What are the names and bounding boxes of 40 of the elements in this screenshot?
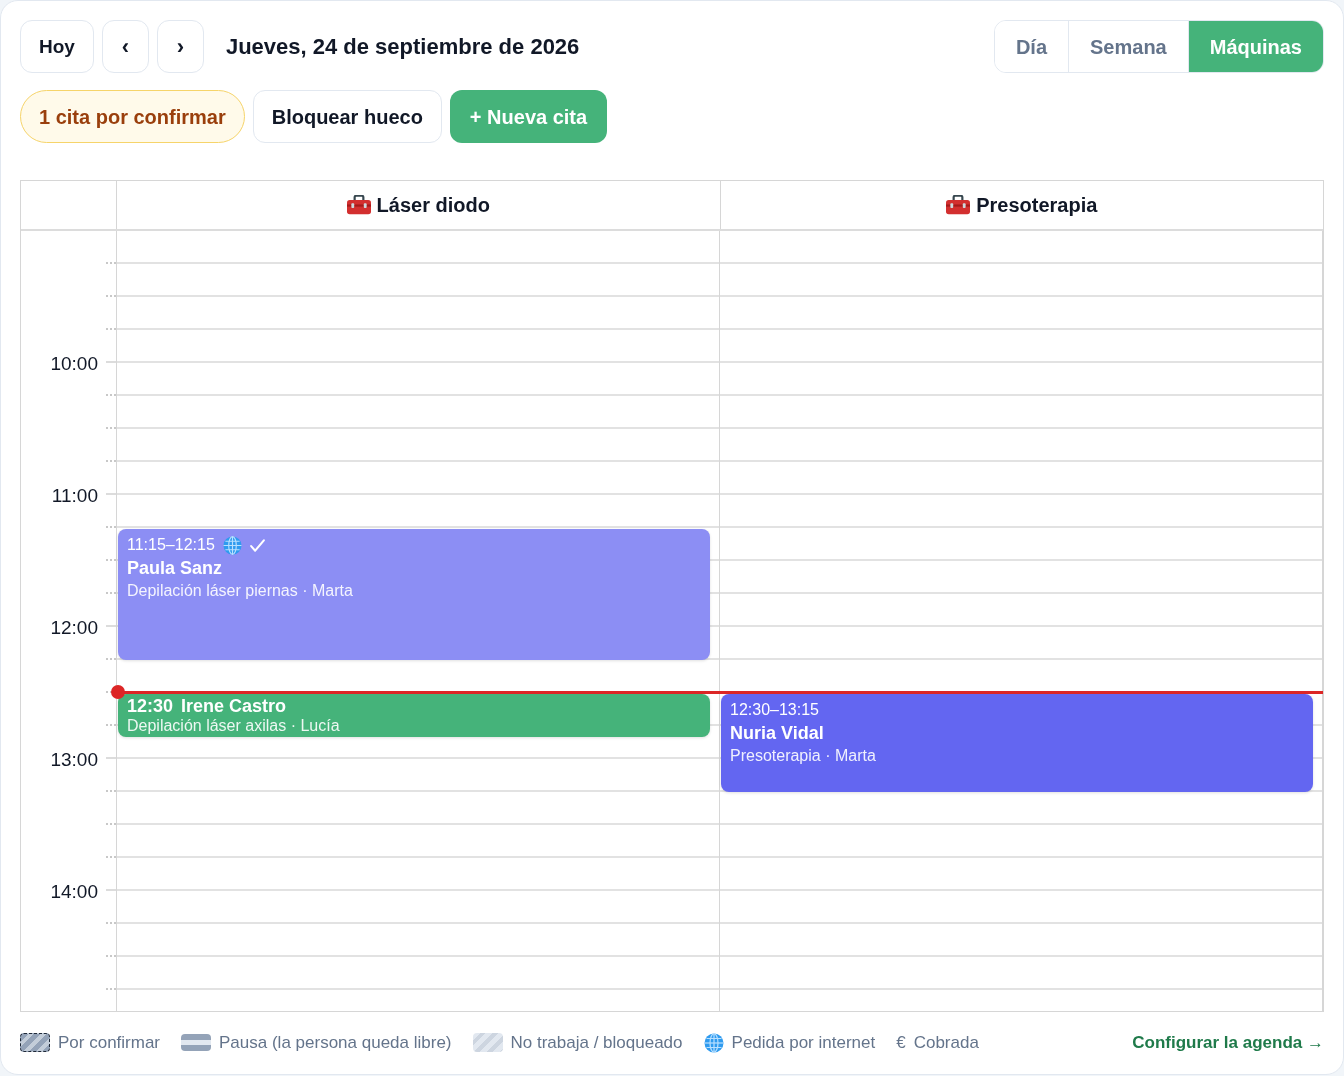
legend-label: Cobrada xyxy=(913,1032,979,1054)
appointment-time: 12:30 xyxy=(127,696,174,717)
today-button[interactable]: Hoy xyxy=(20,20,94,73)
time-label: 12:00 xyxy=(50,617,98,639)
euro-symbol: € xyxy=(896,1032,906,1054)
toolbox-icon xyxy=(946,195,971,215)
time-label: 14:00 xyxy=(50,881,98,903)
appointment-time: 11:15–12:15 xyxy=(127,535,215,555)
appointment-details: Depilación láser axilas · Lucía xyxy=(127,717,340,735)
pending-appointments-badge[interactable]: 1 cita por confirmar xyxy=(20,90,245,143)
time-label: 13:00 xyxy=(50,749,98,771)
configure-agenda-link[interactable]: Configurar la agenda → xyxy=(1132,1030,1324,1056)
client-name: Nuria Vidal xyxy=(730,722,824,745)
time-label: 11:00 xyxy=(51,485,98,507)
globe-icon xyxy=(703,1032,724,1053)
previous-button[interactable]: ‹ xyxy=(101,20,149,73)
appointment-time: 12:30–13:15 xyxy=(730,700,819,720)
dashed-hatched-swatch-icon xyxy=(20,1033,50,1053)
column-title: Presoterapia xyxy=(976,193,1098,218)
hatched-swatch-icon xyxy=(472,1033,503,1053)
block-slot-button[interactable]: Bloquear hueco xyxy=(252,90,442,143)
appointment-card[interactable]: 12:30–13:15 Nuria Vidal Presoterapia · Marta xyxy=(721,694,1313,792)
client-name: Paula Sanz xyxy=(127,557,223,580)
view-tab[interactable]: Máquinas xyxy=(1187,21,1323,72)
legend-label: No trabaja / bloqueado xyxy=(510,1032,683,1054)
legend-label: Pedida por internet xyxy=(731,1032,876,1054)
date-title: Jueves, 24 de septiembre de 2026 xyxy=(225,33,580,61)
appointment-details: Presoterapia · Marta xyxy=(730,746,876,766)
time-label: 10:00 xyxy=(50,353,98,375)
appointment-card[interactable]: 12:30 Irene Castro Depilación láser axilas · Lucía xyxy=(118,694,710,737)
column-title: Láser diodo xyxy=(376,193,490,218)
appointment-details: Depilación láser piernas · Marta xyxy=(127,581,353,601)
appointment-card[interactable]: 11:15–12:15 Paula Sanz Depilación láser piernas · Marta xyxy=(118,529,710,660)
legend-label: Pausa (la persona queda libre) xyxy=(219,1032,452,1054)
client-name: Irene Castro xyxy=(181,696,287,717)
new-appointment-button[interactable]: + Nueva cita xyxy=(449,90,608,143)
next-button[interactable]: › xyxy=(156,20,204,73)
toolbox-icon xyxy=(346,195,371,215)
striped-swatch-icon xyxy=(181,1034,212,1052)
legend-label: Por confirmar xyxy=(58,1032,161,1054)
